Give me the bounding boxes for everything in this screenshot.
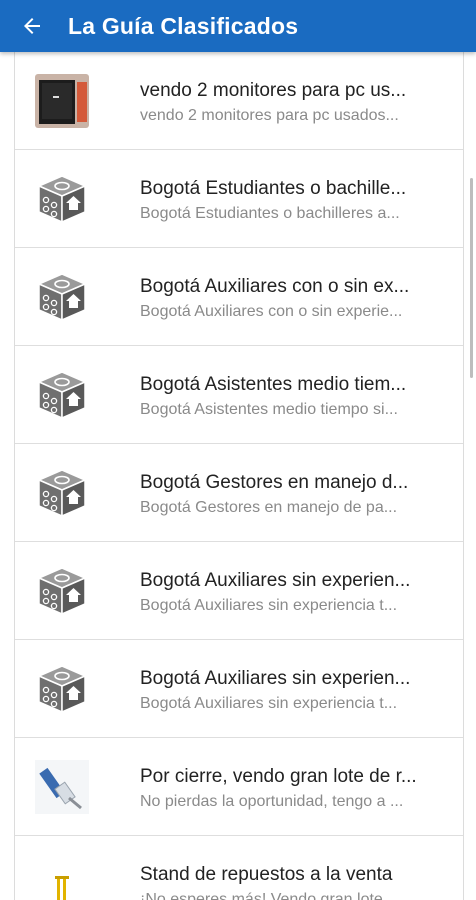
- item-subtitle: Bogotá Auxiliares sin experiencia t...: [140, 695, 398, 712]
- arrow-left-icon: [24, 18, 40, 34]
- dice-house-icon: [35, 172, 89, 226]
- item-texts: vendo 2 monitores para pc us... vendo 2 m…: [140, 79, 440, 127]
- item-texts: Bogotá Auxiliares sin experien... Bogotá …: [140, 569, 440, 617]
- stand-photo: [35, 858, 89, 900]
- item-title: Bogotá Auxiliares sin experien...: [140, 668, 411, 689]
- item-title: Bogotá Auxiliares con o sin ex...: [140, 276, 410, 297]
- scrollbar[interactable]: [470, 178, 473, 378]
- item-subtitle: vendo 2 monitores para pc usados...: [140, 107, 399, 124]
- item-title: Bogotá Gestores en manejo d...: [140, 472, 409, 493]
- list-item[interactable]: Bogotá Asistentes medio tiem... Bogotá As…: [15, 346, 463, 444]
- back-button[interactable]: [16, 10, 48, 42]
- list-item[interactable]: vendo 2 monitores para pc us... vendo 2 m…: [15, 52, 463, 150]
- item-title: vendo 2 monitores para pc us...: [140, 80, 407, 101]
- item-texts: Bogotá Asistentes medio tiem... Bogotá As…: [140, 373, 440, 421]
- item-subtitle: Bogotá Estudiantes o bachilleres a...: [140, 205, 400, 222]
- app-bar: La Guía Clasificados: [0, 0, 476, 52]
- item-subtitle: Bogotá Auxiliares con o sin experie...: [140, 303, 403, 320]
- list-item[interactable]: Bogotá Estudiantes o bachille... Bogotá E…: [15, 150, 463, 248]
- app-title: La Guía Clasificados: [68, 12, 299, 39]
- item-subtitle: ¡No esperes más! Vendo gran lote ...: [140, 891, 401, 900]
- list-item[interactable]: Bogotá Auxiliares sin experien... Bogotá …: [15, 542, 463, 640]
- dice-house-icon: [35, 564, 89, 618]
- list-item[interactable]: Bogotá Auxiliares sin experien... Bogotá …: [15, 640, 463, 738]
- classifieds-list: vendo 2 monitores para pc us... vendo 2 m…: [14, 52, 464, 900]
- item-texts: Bogotá Gestores en manejo d... Bogotá Ges…: [140, 471, 440, 519]
- monitor-photo: [35, 74, 89, 128]
- item-subtitle: Bogotá Auxiliares sin experiencia t...: [140, 597, 398, 614]
- dice-house-icon: [35, 368, 89, 422]
- item-texts: Bogotá Estudiantes o bachille... Bogotá E…: [140, 177, 440, 225]
- item-title: Bogotá Auxiliares sin experien...: [140, 570, 411, 591]
- dice-house-icon: [35, 662, 89, 716]
- dice-house-icon: [35, 466, 89, 520]
- item-texts: Por cierre, vendo gran lote de r... No pi…: [140, 765, 440, 813]
- list-item[interactable]: Bogotá Auxiliares con o sin ex... Bogotá …: [15, 248, 463, 346]
- item-texts: Bogotá Auxiliares sin experien... Bogotá …: [140, 667, 440, 715]
- item-texts: Stand de repuestos a la venta ¡No esperes…: [140, 863, 440, 900]
- list-item[interactable]: Por cierre, vendo gran lote de r... No pi…: [15, 738, 463, 836]
- item-subtitle: No pierdas la oportunidad, tengo a ...: [140, 793, 404, 810]
- item-title: Stand de repuestos a la venta: [140, 864, 393, 885]
- item-subtitle: Bogotá Gestores en manejo de pa...: [140, 499, 398, 516]
- item-subtitle: Bogotá Asistentes medio tiempo si...: [140, 401, 398, 418]
- dice-house-icon: [35, 270, 89, 324]
- list-item[interactable]: Stand de repuestos a la venta ¡No esperes…: [15, 836, 463, 900]
- item-title: Bogotá Estudiantes o bachille...: [140, 178, 407, 199]
- list-item[interactable]: Bogotá Gestores en manejo d... Bogotá Ges…: [15, 444, 463, 542]
- cable-photo: [35, 760, 89, 814]
- item-title: Por cierre, vendo gran lote de r...: [140, 766, 417, 787]
- item-texts: Bogotá Auxiliares con o sin ex... Bogotá …: [140, 275, 440, 323]
- item-title: Bogotá Asistentes medio tiem...: [140, 374, 407, 395]
